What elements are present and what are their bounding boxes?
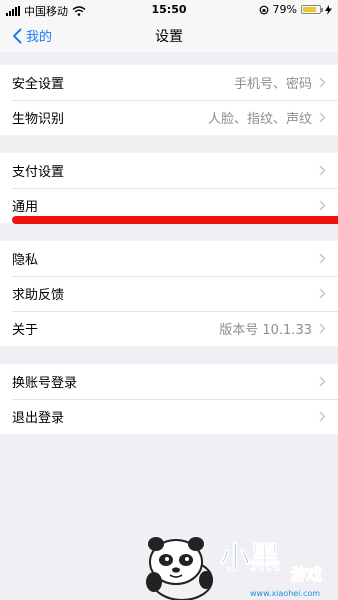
row-label: 关于: [12, 323, 39, 338]
row-logout[interactable]: 退出登录: [0, 399, 338, 434]
chevron-right-icon: [319, 253, 326, 264]
row-label: 隐私: [12, 253, 39, 268]
settings-group-login: 换账号登录 退出登录: [0, 364, 338, 434]
chevron-right-icon: [319, 288, 326, 299]
svg-text:游戏: 游戏: [290, 565, 322, 584]
chevron-right-icon: [319, 376, 326, 387]
version-detail: 版本号 10.1.33: [219, 323, 312, 338]
row-help-feedback[interactable]: 求助反馈: [0, 276, 338, 311]
chevron-right-icon: [319, 323, 326, 334]
status-bar: 中国移动 15:50 79%: [0, 0, 338, 20]
settings-group-account: 安全设置 手机号、密码 生物识别 人脸、指纹、声纹: [0, 65, 338, 135]
row-about[interactable]: 关于 版本号 10.1.33: [0, 311, 338, 346]
highlight-underline: [12, 216, 338, 224]
chevron-right-icon: [319, 200, 326, 211]
row-label: 生物识别: [12, 112, 65, 127]
row-detail: 人脸、指纹、声纹: [207, 112, 312, 127]
row-label: 退出登录: [12, 411, 65, 426]
svg-text:小黑: 小黑: [220, 541, 280, 576]
row-label: 安全设置: [12, 77, 65, 92]
svg-text:www.xiaohei.com: www.xiaohei.com: [250, 589, 320, 598]
chevron-right-icon: [319, 77, 326, 88]
status-bar-right: 79%: [259, 3, 332, 16]
row-payment-settings[interactable]: 支付设置: [0, 153, 338, 188]
row-label: 支付设置: [12, 165, 65, 180]
row-label: 通用: [12, 200, 39, 215]
page-title: 设置: [155, 29, 183, 45]
watermark-logo: 小黑 游戏 www.xiaohei.com: [146, 537, 322, 600]
row-biometrics[interactable]: 生物识别 人脸、指纹、声纹: [0, 100, 338, 135]
orientation-lock-icon: [259, 5, 268, 14]
battery-icon: [301, 5, 323, 14]
battery-percent: 79%: [272, 3, 297, 16]
row-label: 求助反馈: [12, 288, 65, 303]
chevron-right-icon: [319, 112, 326, 123]
chevron-right-icon: [319, 411, 326, 422]
navigation-bar: 我的 设置: [0, 20, 338, 52]
row-security-settings[interactable]: 安全设置 手机号、密码: [0, 65, 338, 100]
row-detail: 手机号、密码: [233, 77, 312, 92]
settings-group-info: 隐私 求助反馈 关于 版本号 10.1.33: [0, 241, 338, 346]
settings-group-payment: 支付设置 通用: [0, 153, 338, 223]
row-privacy[interactable]: 隐私: [0, 241, 338, 276]
battery-fill: [303, 7, 316, 12]
row-label: 换账号登录: [12, 376, 78, 391]
row-switch-account[interactable]: 换账号登录: [0, 364, 338, 399]
chevron-right-icon: [319, 165, 326, 176]
charging-bolt-icon: [325, 4, 332, 15]
